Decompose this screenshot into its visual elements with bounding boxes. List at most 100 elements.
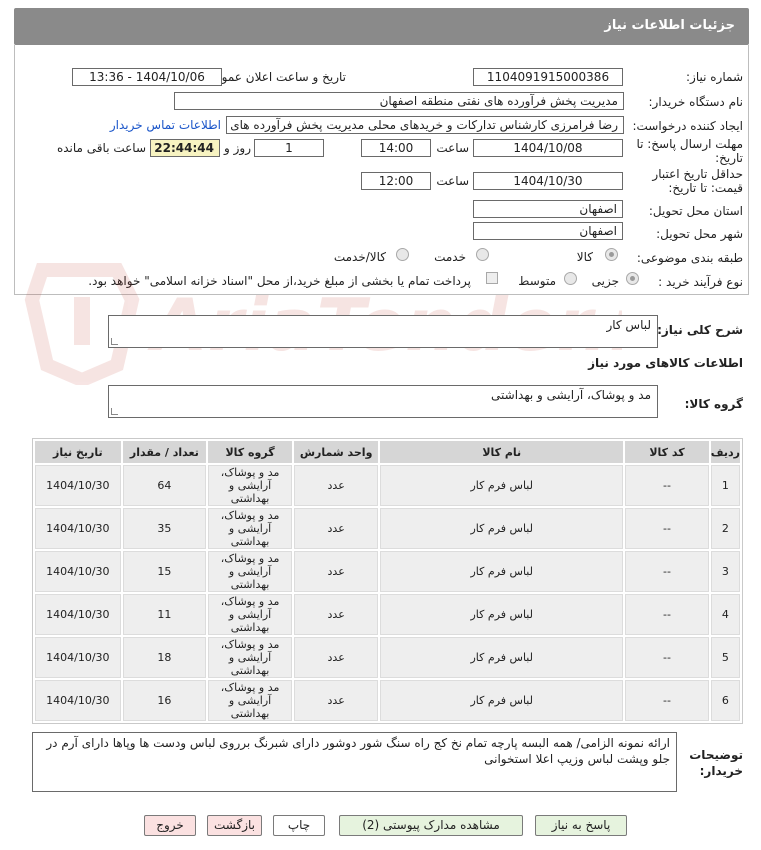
col-name-header: نام کالا — [380, 441, 624, 463]
process-medium-label: متوسط — [518, 274, 556, 288]
item-qty: 35 — [122, 508, 207, 549]
item-code: -- — [625, 680, 709, 721]
buyer-notes-label-line2: خریدار: — [699, 764, 743, 778]
item-code: -- — [625, 465, 709, 506]
row-index: 4 — [710, 594, 740, 635]
row-index: 1 — [710, 465, 740, 506]
announce-datetime-field: 1404/10/06 - 13:36 — [72, 68, 222, 86]
treasury-payment-note: پرداخت تمام یا بخشی از مبلغ خرید،از محل … — [88, 274, 471, 288]
category-goods-radio[interactable] — [605, 248, 618, 261]
deadline-days-field: 1 — [254, 139, 324, 157]
item-group: مد و پوشاک، آرایشی و بهداشتی — [208, 551, 293, 592]
description-textarea[interactable]: لباس کار — [108, 315, 658, 348]
table-row[interactable]: 2 -- لباس فرم کار عدد مد و پوشاک، آرایشی… — [35, 508, 740, 549]
deadline-time-field: 14:00 — [361, 139, 431, 157]
need-number-field: 1104091915000386 — [473, 68, 623, 86]
treasury-payment-checkbox[interactable] — [486, 272, 498, 284]
col-group-header: گروه کالا — [208, 441, 293, 463]
goods-group-text: مد و پوشاک، آرایشی و بهداشتی — [491, 388, 651, 402]
item-unit: عدد — [294, 508, 379, 549]
item-name: لباس فرم کار — [380, 594, 624, 635]
city-field: اصفهان — [473, 222, 623, 240]
remaining-time-label: ساعت باقی مانده — [56, 141, 146, 155]
item-unit: عدد — [294, 594, 379, 635]
item-name: لباس فرم کار — [380, 508, 624, 549]
item-unit: عدد — [294, 465, 379, 506]
col-unit-header: واحد شمارش — [294, 441, 379, 463]
creator-label: ایجاد کننده درخواست: — [632, 119, 743, 133]
item-name: لباس فرم کار — [380, 551, 624, 592]
item-group: مد و پوشاک، آرایشی و بهداشتی — [208, 637, 293, 678]
item-unit: عدد — [294, 551, 379, 592]
table-row[interactable]: 6 -- لباس فرم کار عدد مد و پوشاک، آرایشی… — [35, 680, 740, 721]
print-button[interactable]: چاپ — [273, 815, 325, 836]
creator-field: رضا فرامرزی کارشناس تدارکات و خریدهای مح… — [226, 116, 624, 134]
goods-group-textarea[interactable]: مد و پوشاک، آرایشی و بهداشتی — [108, 385, 658, 418]
item-name: لباس فرم کار — [380, 637, 624, 678]
item-date: 1404/10/30 — [35, 465, 121, 506]
reply-button[interactable]: پاسخ به نیاز — [535, 815, 627, 836]
item-qty: 15 — [122, 551, 207, 592]
category-goods-label: کالا — [576, 250, 593, 264]
process-label: نوع فرآیند خرید : — [658, 275, 743, 289]
table-row[interactable]: 3 -- لباس فرم کار عدد مد و پوشاک، آرایشی… — [35, 551, 740, 592]
resize-handle-icon[interactable] — [111, 338, 118, 345]
item-date: 1404/10/30 — [35, 594, 121, 635]
category-both-radio[interactable] — [396, 248, 409, 261]
buyer-notes-label-line1: توضیحات — [689, 748, 743, 762]
deadline-days-label: روز و — [224, 141, 251, 155]
city-label: شهر محل تحویل: — [656, 227, 743, 241]
panel-title: جزئیات اطلاعات نیاز — [604, 18, 735, 33]
need-number-label: شماره نیاز: — [686, 70, 743, 84]
process-minor-radio[interactable] — [626, 272, 639, 285]
item-group: مد و پوشاک، آرایشی و بهداشتی — [208, 594, 293, 635]
deadline-label-line2: تاریخ: — [715, 151, 743, 165]
item-name: لباس فرم کار — [380, 680, 624, 721]
province-label: استان محل تحویل: — [648, 204, 743, 218]
process-medium-radio[interactable] — [564, 272, 577, 285]
row-index: 5 — [710, 637, 740, 678]
validity-label-line1: حداقل تاریخ اعتبار — [652, 167, 743, 181]
buyer-contact-link[interactable]: اطلاعات تماس خریدار — [110, 118, 221, 132]
process-minor-label: جزیی — [591, 274, 619, 288]
buyer-notes-textarea[interactable]: ارائه نمونه الزامی/ همه البسه پارچه تمام… — [32, 732, 677, 792]
deadline-time-label: ساعت — [436, 141, 469, 155]
row-index: 2 — [710, 508, 740, 549]
col-date-header: تاریخ نیاز — [35, 441, 121, 463]
category-service-radio[interactable] — [476, 248, 489, 261]
item-qty: 16 — [122, 680, 207, 721]
table-header-row: ردیف کد کالا نام کالا واحد شمارش گروه کا… — [35, 441, 740, 463]
table-row[interactable]: 5 -- لباس فرم کار عدد مد و پوشاک، آرایشی… — [35, 637, 740, 678]
items-table: ردیف کد کالا نام کالا واحد شمارش گروه کا… — [32, 438, 743, 724]
buyer-field: مدیریت پخش فرآورده های نفتی منطقه اصفهان — [174, 92, 624, 110]
exit-button[interactable]: خروج — [144, 815, 196, 836]
item-date: 1404/10/30 — [35, 637, 121, 678]
item-unit: عدد — [294, 680, 379, 721]
item-date: 1404/10/30 — [35, 508, 121, 549]
goods-group-label: گروه کالا: — [684, 397, 743, 411]
resize-handle-icon[interactable] — [111, 408, 118, 415]
description-text: لباس کار — [606, 318, 651, 332]
table-row[interactable]: 4 -- لباس فرم کار عدد مد و پوشاک، آرایشی… — [35, 594, 740, 635]
category-service-label: خدمت — [434, 250, 466, 264]
buyer-notes-text: ارائه نمونه الزامی/ همه البسه پارچه تمام… — [46, 736, 670, 766]
back-button[interactable]: بازگشت — [207, 815, 262, 836]
category-label: طبقه بندی موضوعی: — [636, 251, 743, 265]
item-date: 1404/10/30 — [35, 680, 121, 721]
category-both-label: کالا/خدمت — [333, 250, 386, 264]
item-date: 1404/10/30 — [35, 551, 121, 592]
table-row[interactable]: 1 -- لباس فرم کار عدد مد و پوشاک، آرایشی… — [35, 465, 740, 506]
announce-datetime-label: تاریخ و ساعت اعلان عمومی: — [201, 70, 346, 84]
item-qty: 64 — [122, 465, 207, 506]
item-code: -- — [625, 508, 709, 549]
validity-date-field: 1404/10/30 — [473, 172, 623, 190]
goods-info-title: اطلاعات کالاهای مورد نیاز — [588, 356, 743, 370]
validity-label-line2: قیمت: تا تاریخ: — [668, 181, 743, 195]
row-index: 3 — [710, 551, 740, 592]
item-code: -- — [625, 637, 709, 678]
attachments-button[interactable]: مشاهده مدارک پیوستی (2) — [339, 815, 523, 836]
item-group: مد و پوشاک، آرایشی و بهداشتی — [208, 508, 293, 549]
validity-time-field: 12:00 — [361, 172, 431, 190]
item-qty: 18 — [122, 637, 207, 678]
item-group: مد و پوشاک، آرایشی و بهداشتی — [208, 465, 293, 506]
